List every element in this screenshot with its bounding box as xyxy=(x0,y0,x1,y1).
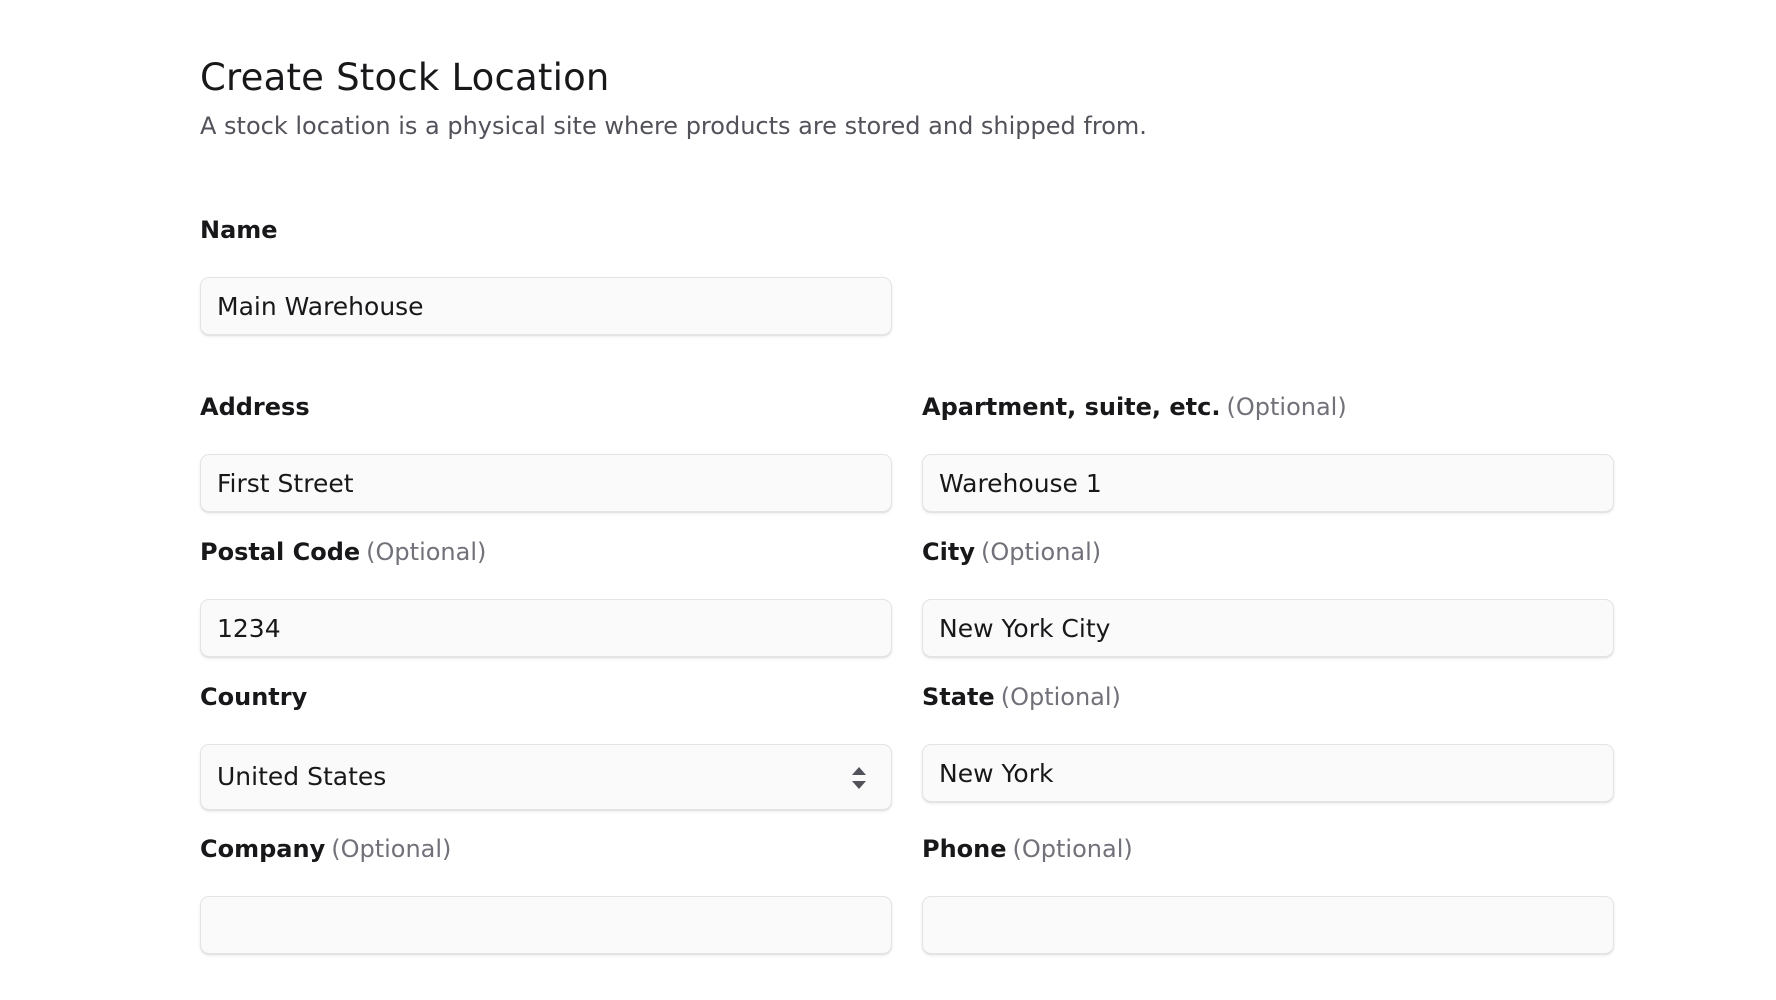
phone-input[interactable] xyxy=(922,896,1614,954)
address-input[interactable] xyxy=(200,454,892,512)
page-subtitle: A stock location is a physical site wher… xyxy=(200,112,1147,140)
city-field-group: City (Optional) xyxy=(922,535,1614,657)
name-input[interactable] xyxy=(200,277,892,335)
phone-label: Phone (Optional) xyxy=(922,835,1133,863)
postal-code-label: Postal Code (Optional) xyxy=(200,538,487,566)
optional-tag: (Optional) xyxy=(366,538,487,566)
name-label: Name xyxy=(200,216,278,244)
page-title: Create Stock Location xyxy=(200,56,610,99)
address-label: Address xyxy=(200,393,310,421)
country-field-group: Country United States xyxy=(200,680,892,810)
optional-tag: (Optional) xyxy=(1012,835,1133,863)
address-field-group: Address xyxy=(200,390,892,512)
city-input[interactable] xyxy=(922,599,1614,657)
optional-tag: (Optional) xyxy=(1000,683,1121,711)
apartment-input[interactable] xyxy=(922,454,1614,512)
country-select-value: United States xyxy=(217,762,387,791)
optional-tag: (Optional) xyxy=(1226,393,1347,421)
optional-tag: (Optional) xyxy=(331,835,452,863)
chevron-up-down-icon xyxy=(852,767,866,789)
state-field-group: State (Optional) xyxy=(922,680,1614,802)
state-label: State (Optional) xyxy=(922,683,1121,711)
postal-code-field-group: Postal Code (Optional) xyxy=(200,535,892,657)
state-input[interactable] xyxy=(922,744,1614,802)
optional-tag: (Optional) xyxy=(980,538,1102,566)
apartment-field-group: Apartment, suite, etc. (Optional) xyxy=(922,390,1614,512)
company-input[interactable] xyxy=(200,896,892,954)
city-label: City (Optional) xyxy=(922,538,1102,566)
create-stock-location-page: Create Stock Location A stock location i… xyxy=(0,0,1776,1000)
postal-code-input[interactable] xyxy=(200,599,892,657)
country-label: Country xyxy=(200,683,308,711)
company-label: Company (Optional) xyxy=(200,835,452,863)
country-select[interactable]: United States xyxy=(200,744,892,810)
name-field-group: Name xyxy=(200,213,892,335)
apartment-label: Apartment, suite, etc. (Optional) xyxy=(922,393,1347,421)
phone-field-group: Phone (Optional) xyxy=(922,832,1614,954)
company-field-group: Company (Optional) xyxy=(200,832,892,954)
